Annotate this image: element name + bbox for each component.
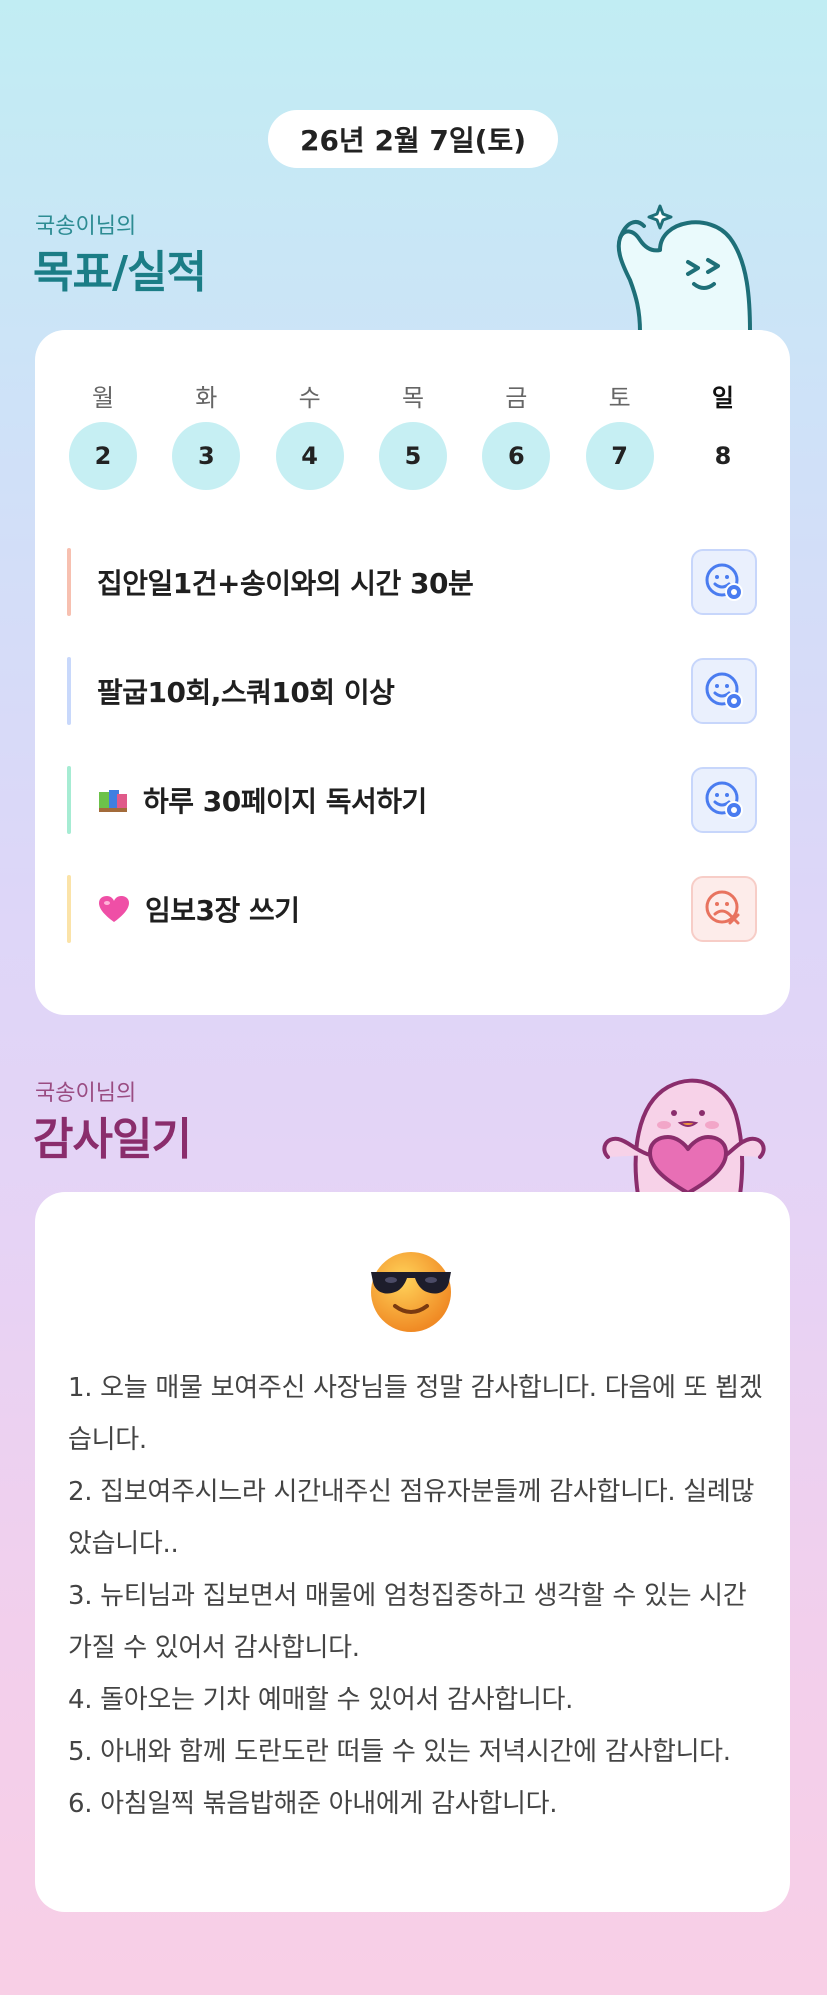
day-name: 목	[401, 384, 425, 412]
goal-color-bar	[67, 657, 71, 725]
week-calendar: 월 2 화 3 수 4 목 5 금 6 토 7 일 8	[68, 378, 758, 490]
goal-color-bar	[67, 766, 71, 834]
day-thu[interactable]: 목 5	[378, 378, 448, 490]
goal-label: 하루 30페이지 독서하기	[143, 785, 427, 818]
day-sun[interactable]: 일 8	[688, 378, 758, 490]
goal-done-button[interactable]	[691, 549, 757, 615]
goal-fail-button[interactable]	[691, 876, 757, 942]
goal-label: 임보3장 쓰기	[145, 894, 300, 927]
day-number: 8	[714, 442, 732, 470]
day-tue[interactable]: 화 3	[171, 378, 241, 490]
goals-title: 목표/실적	[33, 247, 207, 298]
thanks-line: 4. 돌아오는 기차 예매할 수 있어서 감사합니다.	[68, 1685, 574, 1715]
goal-text: 하루 30페이지 독서하기	[97, 780, 427, 820]
day-name: 화	[195, 384, 218, 412]
smile-check-icon	[705, 563, 743, 601]
goal-color-bar	[67, 548, 71, 616]
date-pill[interactable]: 26년 2월 7일(토)	[268, 110, 558, 168]
day-name: 금	[505, 384, 528, 412]
day-name: 수	[298, 384, 321, 412]
goal-done-button[interactable]	[691, 658, 757, 724]
goal-text: 팔굽10회,스쿼10회 이상	[97, 671, 395, 711]
pink-mascot-heart-icon	[602, 1078, 766, 1195]
day-name: 월	[91, 384, 115, 412]
day-number: 5	[378, 422, 447, 490]
thanks-line: 2. 집보여주시느라 시간내주신 점유자분들께 감사합니다. 실례많았습니다..	[68, 1477, 755, 1559]
ghost-mascot-icon	[616, 204, 752, 332]
day-name: 토	[608, 384, 631, 412]
day-name: 일	[711, 384, 735, 412]
goal-label: 집안일1건+송이와의 시간 30분	[97, 567, 474, 600]
day-number: 4	[275, 422, 344, 490]
day-fri[interactable]: 금 6	[481, 378, 551, 490]
day-number: 2	[69, 422, 137, 490]
thanks-journal-text: 1. 오늘 매물 보여주신 사장님들 정말 감사합니다. 다음에 또 뵙겠습니다…	[68, 1362, 763, 1830]
goal-label: 팔굽10회,스쿼10회 이상	[97, 676, 395, 709]
day-number: 6	[482, 422, 551, 490]
thanks-line: 6. 아침일찍 볶음밥해준 아내에게 감사합니다.	[68, 1789, 558, 1819]
smile-check-icon	[705, 781, 743, 819]
goal-color-bar	[67, 875, 71, 943]
day-number: 7	[585, 422, 654, 490]
day-number: 3	[172, 422, 241, 490]
pink-heart-icon	[99, 896, 129, 922]
smile-check-icon	[705, 672, 743, 710]
goal-item[interactable]: 팔굽10회,스쿼10회 이상	[67, 657, 757, 725]
thanks-card: 1. 오늘 매물 보여주신 사장님들 정말 감사합니다. 다음에 또 뵙겠습니다…	[35, 1192, 790, 1912]
goal-item[interactable]: 하루 30페이지 독서하기	[67, 766, 757, 834]
books-icon	[99, 790, 127, 812]
sad-x-icon	[705, 890, 740, 925]
thanks-line: 5. 아내와 함께 도란도란 떠들 수 있는 저녁시간에 감사합니다.	[68, 1737, 731, 1767]
goal-item[interactable]: 집안일1건+송이와의 시간 30분	[67, 548, 757, 616]
thanks-title: 감사일기	[33, 1114, 192, 1165]
goal-text: 집안일1건+송이와의 시간 30분	[97, 562, 474, 602]
day-mon[interactable]: 월 2	[68, 378, 138, 490]
day-sat[interactable]: 토 7	[585, 378, 655, 490]
goal-done-button[interactable]	[691, 767, 757, 833]
goals-card: 월 2 화 3 수 4 목 5 금 6 토 7 일 8 집안일1건+송이와의 시…	[35, 330, 790, 1015]
thanks-line: 1. 오늘 매물 보여주신 사장님들 정말 감사합니다. 다음에 또 뵙겠습니다…	[68, 1373, 763, 1455]
goal-item[interactable]: 임보3장 쓰기	[67, 875, 757, 943]
sunglasses-face-icon	[371, 1252, 451, 1332]
day-wed[interactable]: 수 4	[275, 378, 345, 490]
goal-text: 임보3장 쓰기	[97, 889, 300, 929]
thanks-line: 3. 뉴티님과 집보면서 매물에 엄청집중하고 생각할 수 있는 시간 가질 수…	[68, 1581, 747, 1663]
